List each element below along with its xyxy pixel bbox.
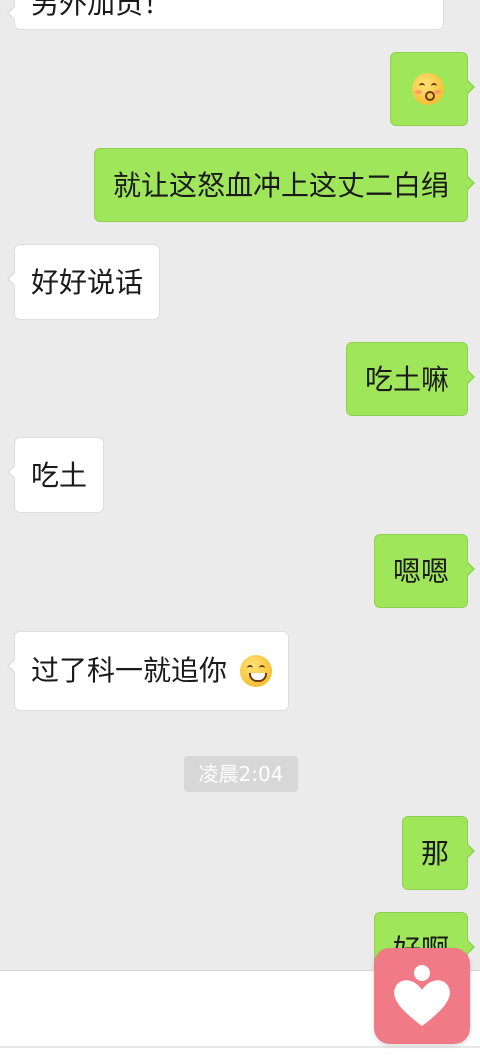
message-outgoing[interactable]: 嗯嗯 [373,534,476,608]
message-text: 就让这怒血冲上这丈二白绢 [112,169,449,202]
message-incoming[interactable]: 过了科一就追你 [7,631,289,711]
message-text: 过了科一就追你 [31,654,228,687]
divider [0,1046,480,1048]
message-timestamp: 凌晨2:04 [184,756,298,792]
message-outgoing-emoji[interactable] [390,52,475,126]
message-text: 好好说话 [31,266,144,299]
message-outgoing[interactable]: 吃土嘛 [345,342,476,416]
chat-message-list[interactable]: 另外加员！ 就让这怒血冲上这丈二白绢 好好说话 吃土嘛 吃土 嗯嗯 过了科一就追… [0,0,480,970]
floating-heart-button[interactable] [374,948,470,1044]
grinning-face-emoji-icon [239,655,272,687]
heart-person-icon [394,965,450,1026]
message-incoming[interactable]: 另外加员！ [7,0,444,30]
message-text: 那 [420,837,449,870]
message-text: 吃土 [31,459,88,492]
message-incoming[interactable]: 好好说话 [6,244,161,320]
message-text: 嗯嗯 [392,555,449,588]
message-incoming[interactable]: 吃土 [6,437,105,513]
message-outgoing[interactable]: 那 [401,816,476,890]
kissing-face-emoji-icon [412,73,444,105]
message-text: 吃土嘛 [364,363,449,396]
message-outgoing[interactable]: 就让这怒血冲上这丈二白绢 [93,148,476,222]
message-text: 另外加员！ [31,0,172,20]
